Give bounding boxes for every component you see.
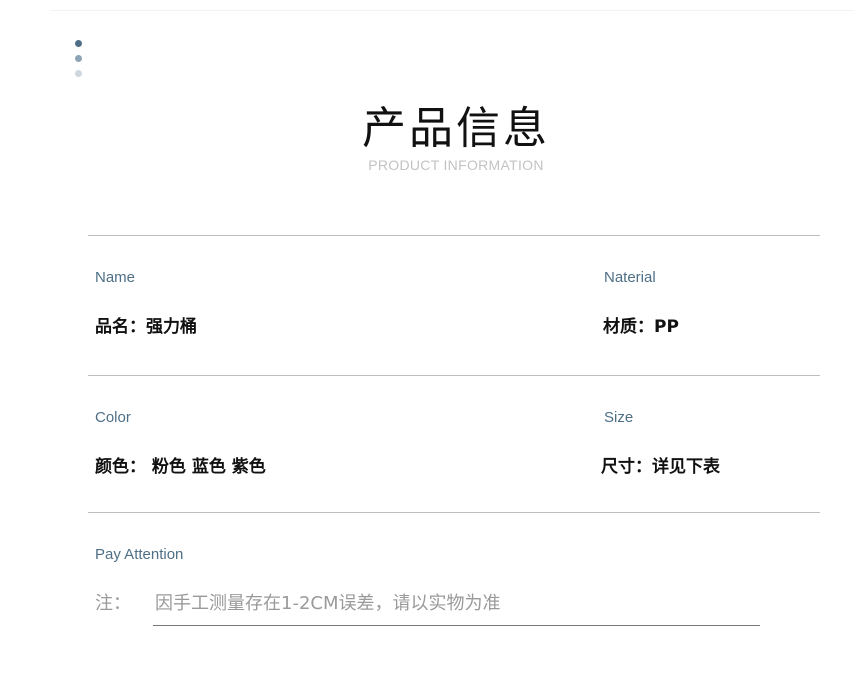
top-border-line [50, 10, 854, 11]
dot-dark [75, 40, 82, 47]
name-value: 品名：强力桶 [95, 317, 197, 337]
page-title: 产品信息 [362, 103, 550, 154]
attention-prefix: 注： [95, 593, 131, 614]
material-label: Naterial [604, 269, 656, 286]
attention-note: 注： 因手工测量存在1-2CM误差，请以实物为准 [95, 589, 501, 615]
divider-middle [88, 375, 820, 376]
size-value: 尺寸：详见下表 [601, 457, 720, 477]
decorative-dots-icon [75, 40, 83, 85]
page-subtitle: PRODUCT INFORMATION [368, 157, 544, 173]
size-label: Size [604, 409, 634, 426]
divider-bottom [88, 512, 820, 513]
divider-top [88, 235, 820, 236]
color-label: Color [95, 409, 131, 426]
attention-text: 因手工测量存在1-2CM误差，请以实物为准 [155, 593, 501, 614]
dot-medium [75, 55, 82, 62]
color-value: 颜色： 粉色 蓝色 紫色 [95, 457, 266, 477]
attention-underline [153, 625, 760, 626]
name-label: Name [95, 269, 136, 286]
material-value: 材质：PP [603, 317, 679, 337]
dot-light [75, 70, 82, 77]
attention-label: Pay Attention [95, 546, 184, 563]
